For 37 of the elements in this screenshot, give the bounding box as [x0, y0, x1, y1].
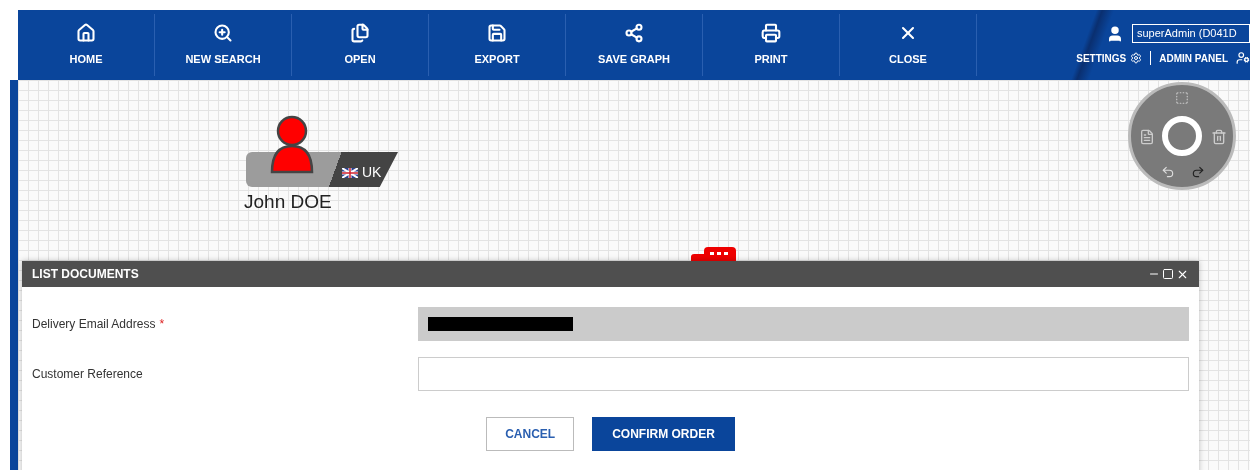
cancel-button[interactable]: CANCEL — [486, 417, 575, 451]
network-icon — [624, 22, 644, 43]
person-icon — [269, 114, 315, 176]
trash-icon[interactable] — [1211, 129, 1227, 145]
undo-icon[interactable] — [1161, 165, 1175, 179]
admin-panel-link[interactable]: ADMIN PANEL — [1159, 50, 1250, 66]
user-field[interactable]: superAdmin (D041D — [1132, 24, 1250, 43]
maximize-icon[interactable] — [1162, 268, 1174, 280]
home-icon — [76, 22, 96, 43]
toolbar-button[interactable]: PRINT — [703, 14, 840, 76]
documents-icon — [350, 22, 370, 43]
navigation-wheel[interactable] — [1128, 82, 1236, 190]
user-icon — [1106, 24, 1124, 43]
selection-icon[interactable] — [1175, 91, 1189, 105]
toolbar-button[interactable]: OPEN — [292, 14, 429, 76]
dialog-title: LIST DOCUMENTS — [32, 266, 139, 283]
required-mark: * — [159, 316, 165, 333]
wheel-center-button[interactable] — [1162, 116, 1202, 156]
flag-icon — [342, 167, 358, 178]
field-label: Customer Reference — [32, 366, 143, 383]
printer-icon — [761, 22, 781, 43]
redo-icon[interactable] — [1191, 165, 1205, 179]
field-label: Delivery Email Address — [32, 316, 156, 333]
settings-link[interactable]: SETTINGS — [1076, 50, 1143, 66]
toolbar-button[interactable]: NEW SEARCH — [155, 14, 292, 76]
user-gear-icon — [1236, 51, 1250, 66]
save-icon — [487, 22, 507, 43]
confirm-button[interactable]: CONFIRM ORDER — [592, 417, 735, 451]
settings-icon — [1130, 52, 1143, 65]
search-plus-icon — [213, 22, 233, 43]
input-field[interactable] — [418, 357, 1189, 391]
document-icon[interactable] — [1139, 129, 1155, 145]
node-name: John DOE — [244, 190, 332, 214]
country-label: UK — [362, 163, 382, 182]
toolbar-button[interactable]: SAVE GRAPH — [566, 14, 703, 76]
toolbar-button[interactable]: EXPORT — [429, 14, 566, 76]
toolbar-button[interactable]: HOME — [18, 14, 155, 76]
